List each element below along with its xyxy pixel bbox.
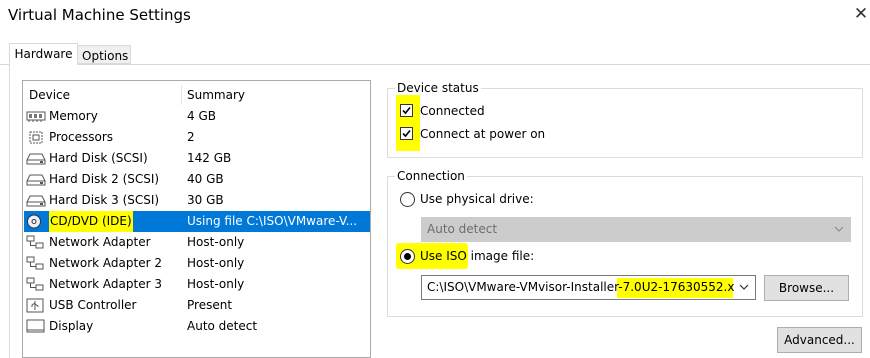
physical-drive-dropdown[interactable]: Auto detect (421, 217, 851, 242)
window-title: Virtual Machine Settings (8, 6, 191, 24)
connected-label[interactable]: Connected (420, 104, 485, 118)
device-row-hard-disk-3[interactable]: Hard Disk 3 (SCSI) 30 GB (24, 190, 370, 211)
device-name: CD/DVD (IDE) (49, 211, 133, 232)
connection-title: Connection (395, 169, 467, 183)
use-iso-image-radio[interactable] (400, 249, 415, 264)
device-summary: 142 GB (187, 151, 232, 165)
device-name: Processors (49, 130, 114, 144)
device-summary: 40 GB (187, 172, 224, 186)
chevron-down-icon (834, 226, 844, 232)
physical-drive-value: Auto detect (427, 222, 498, 236)
close-icon[interactable]: ✕ (852, 2, 870, 26)
device-row-hard-disk-2[interactable]: Hard Disk 2 (SCSI) 40 GB (24, 169, 370, 190)
device-name: Memory (49, 109, 98, 123)
usb-icon (26, 298, 44, 313)
device-name: Network Adapter (49, 235, 151, 249)
connect-at-power-on-checkbox[interactable] (400, 127, 413, 140)
device-row-memory[interactable]: Memory 4 GB (24, 106, 370, 127)
iso-path-value: C:\ISO\VMware-VMvisor-Installer-7.0U2-17… (427, 280, 756, 294)
device-summary: 30 GB (187, 193, 224, 207)
device-summary: Host-only (187, 235, 245, 249)
device-summary: Present (187, 298, 233, 312)
column-header-summary[interactable]: Summary (187, 85, 245, 105)
advanced-button[interactable]: Advanced... (777, 327, 862, 353)
device-name: Network Adapter 3 (49, 277, 162, 291)
checkmark-icon (402, 106, 411, 115)
memory-icon (26, 111, 46, 122)
device-name: Hard Disk (SCSI) (49, 151, 148, 165)
device-row-network-adapter[interactable]: Network Adapter Host-only (24, 232, 370, 253)
network-adapter-icon (26, 256, 44, 270)
device-row-hard-disk[interactable]: Hard Disk (SCSI) 142 GB (24, 148, 370, 169)
use-physical-drive-radio[interactable] (400, 192, 415, 207)
device-status-group (387, 88, 863, 158)
connected-checkbox[interactable] (400, 104, 413, 117)
hard-disk-icon (26, 174, 46, 186)
chevron-down-icon (739, 284, 749, 290)
device-name: Display (49, 319, 94, 333)
cd-dvd-icon (27, 214, 41, 229)
device-list[interactable]: Device Summary Memory 4 GB Processors 2 … (22, 80, 371, 358)
device-name: Hard Disk 3 (SCSI) (49, 193, 160, 207)
device-row-cd-dvd[interactable]: CD/DVD (IDE) Using file C:\ISO\VMware-V.… (24, 211, 370, 232)
network-adapter-icon (26, 235, 44, 249)
hard-disk-icon (26, 195, 46, 207)
device-summary: 2 (187, 130, 195, 144)
device-row-usb-controller[interactable]: USB Controller Present (24, 295, 370, 316)
tab-hardware[interactable]: Hardware (9, 43, 78, 65)
tab-options[interactable]: Options (78, 45, 131, 64)
hard-disk-icon (26, 153, 46, 165)
device-name: Hard Disk 2 (SCSI) (49, 172, 160, 186)
device-name: Network Adapter 2 (49, 256, 162, 270)
use-physical-drive-label[interactable]: Use physical drive: (420, 192, 534, 206)
device-row-processors[interactable]: Processors 2 (24, 127, 370, 148)
use-iso-image-label[interactable]: Use ISO image file: (420, 249, 534, 263)
checkmark-icon (402, 129, 411, 138)
device-summary: Auto detect (187, 319, 258, 333)
device-row-network-adapter-3[interactable]: Network Adapter 3 Host-only (24, 274, 370, 295)
device-summary: 4 GB (187, 109, 216, 123)
network-adapter-icon (26, 277, 44, 291)
device-name: USB Controller (49, 298, 137, 312)
device-row-network-adapter-2[interactable]: Network Adapter 2 Host-only (24, 253, 370, 274)
device-row-display[interactable]: Display Auto detect (24, 316, 370, 337)
display-icon (26, 319, 45, 333)
device-status-title: Device status (395, 81, 481, 95)
processor-icon (29, 131, 43, 144)
connect-at-power-on-label[interactable]: Connect at power on (420, 127, 545, 141)
browse-button[interactable]: Browse... (764, 275, 849, 301)
device-summary: Host-only (187, 277, 245, 291)
column-header-device[interactable]: Device (29, 85, 70, 105)
iso-path-combobox[interactable]: C:\ISO\VMware-VMvisor-Installer-7.0U2-17… (421, 275, 756, 300)
device-summary: Host-only (187, 256, 245, 270)
device-summary: Using file C:\ISO\VMware-V... (187, 214, 358, 228)
